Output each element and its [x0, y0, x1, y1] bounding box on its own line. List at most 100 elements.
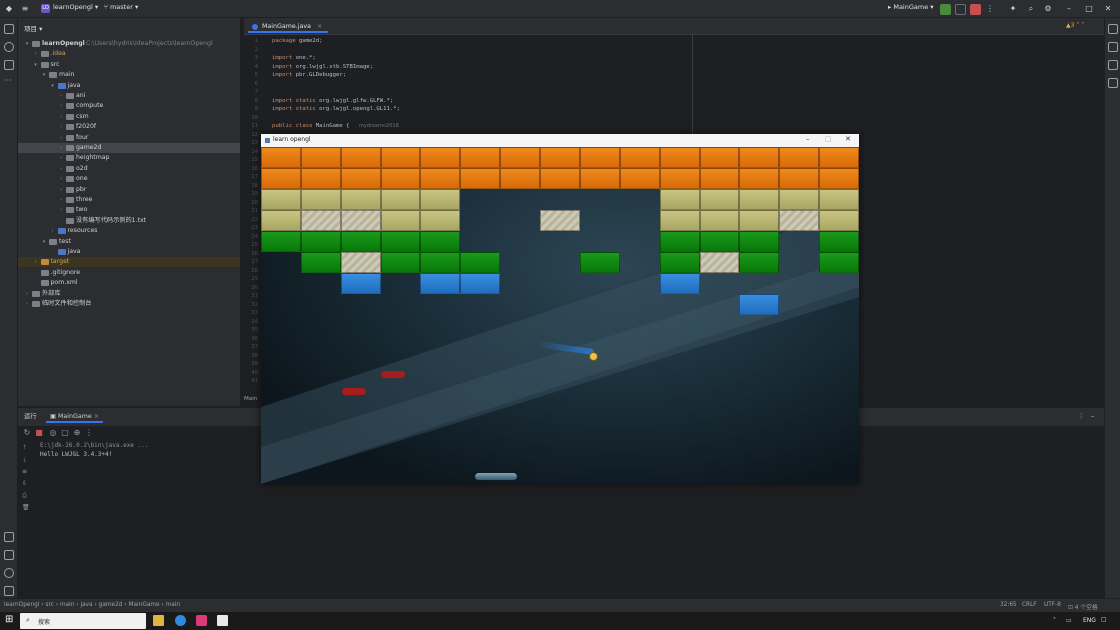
edge-browser-icon[interactable] — [175, 615, 186, 626]
tree-expand-icon[interactable]: › — [58, 112, 64, 122]
file-explorer-icon[interactable] — [153, 615, 164, 626]
action-center-icon[interactable]: ▢ — [1101, 616, 1107, 623]
breadcrumb-item[interactable]: src — [45, 602, 53, 608]
plugins-icon[interactable]: ✦ — [1008, 4, 1018, 14]
tree-expand-icon[interactable]: › — [33, 257, 39, 267]
network-icon[interactable]: ▭ — [1066, 617, 1072, 624]
stop-icon[interactable]: ■ — [34, 428, 44, 438]
tab-maingame-java[interactable]: MainGame.java × — [248, 20, 329, 33]
tree-item[interactable]: › one — [18, 174, 240, 184]
tree-item[interactable]: › 临时文件和控制台 — [18, 299, 240, 309]
tree-item[interactable]: › o2d — [18, 164, 240, 174]
debug-button[interactable] — [955, 4, 966, 15]
minimize-icon[interactable]: – — [1064, 4, 1074, 14]
tree-expand-icon[interactable]: ▾ — [50, 81, 56, 91]
tree-item[interactable]: ▾ java — [18, 81, 240, 91]
clear-console-icon[interactable]: 🗑 — [22, 504, 30, 511]
settings-gear-icon[interactable]: ⚙ — [1043, 4, 1053, 14]
project-switcher[interactable]: learnOpengl ▾ — [53, 3, 98, 11]
tree-item[interactable]: ▾ test — [18, 237, 240, 247]
code-line[interactable]: 7 — [244, 88, 684, 97]
input-language[interactable]: ENG — [1083, 617, 1096, 624]
game-minimize-icon[interactable]: – — [806, 135, 810, 143]
code-line[interactable]: 1 package game2d; — [244, 37, 684, 46]
learn-opengl-window[interactable]: learn opengl – □ ✕ — [261, 134, 859, 484]
tree-expand-icon[interactable]: ▾ — [41, 237, 47, 247]
game-window-titlebar[interactable]: learn opengl – □ ✕ — [261, 134, 859, 147]
breadcrumb-item[interactable]: main — [60, 602, 74, 608]
tree-expand-icon[interactable]: › — [58, 101, 64, 111]
stop-button[interactable] — [970, 4, 981, 15]
tree-expand-icon[interactable]: › — [58, 91, 64, 101]
tree-expand-icon[interactable]: › — [58, 143, 64, 153]
restore-layout-icon[interactable]: ▢ — [60, 428, 70, 438]
tree-item[interactable]: › target — [18, 257, 240, 268]
run-tab-close-icon[interactable]: × — [94, 413, 99, 420]
file-encoding[interactable]: UTF-8 — [1044, 602, 1061, 608]
tree-item[interactable]: › four — [18, 133, 240, 143]
tree-item[interactable]: pom.xml — [18, 278, 240, 288]
tree-item[interactable]: 没有编写代码示例的1.txt — [18, 216, 240, 226]
breadcrumb-item[interactable]: learnOpengl — [4, 602, 39, 608]
more-tools-icon[interactable]: ··· — [4, 77, 14, 88]
rerun-icon[interactable]: ↻ — [22, 428, 32, 438]
game-close-icon[interactable]: ✕ — [845, 135, 851, 143]
tree-expand-icon[interactable]: › — [58, 153, 64, 163]
intellij-icon[interactable] — [196, 615, 207, 626]
search-icon[interactable]: ⌕ — [1026, 4, 1036, 14]
tree-expand-icon[interactable]: › — [24, 299, 30, 309]
up-icon[interactable]: ↑ — [22, 444, 27, 451]
run-config-selector[interactable]: ▸ MainGame ▾ — [888, 3, 934, 11]
run-tool-icon[interactable] — [4, 532, 14, 542]
code-line[interactable]: 6 — [244, 80, 684, 89]
tree-item[interactable]: › .idea — [18, 49, 240, 59]
project-tool-icon[interactable] — [4, 24, 14, 34]
tray-chevron-icon[interactable]: ˄ — [1053, 617, 1056, 624]
run-panel-hide-icon[interactable]: – — [1091, 411, 1094, 423]
tree-item[interactable]: › two — [18, 205, 240, 215]
opengl-window-taskbar-icon[interactable] — [217, 615, 228, 626]
editor-breadcrumb[interactable]: Main — [244, 396, 257, 402]
tree-item[interactable]: › compute — [18, 101, 240, 111]
notifications-icon[interactable] — [1108, 24, 1118, 34]
structure-tool-icon[interactable] — [4, 60, 14, 70]
project-panel-title[interactable]: 项目 ▾ — [24, 23, 42, 33]
git-tool-icon[interactable] — [4, 586, 14, 596]
tab-close-icon[interactable]: × — [317, 23, 322, 30]
warnings-indicator[interactable]: ▲3 ˄ ˅ — [1066, 22, 1084, 29]
caret-position[interactable]: 32:65 — [1000, 602, 1017, 608]
breadcrumb-item[interactable]: main — [166, 602, 180, 608]
tree-item[interactable]: › csm — [18, 112, 240, 122]
camera-icon[interactable]: ◎ — [48, 428, 58, 438]
tree-item[interactable]: › pbr — [18, 185, 240, 195]
tree-expand-icon[interactable]: › — [58, 185, 64, 195]
tree-item[interactable]: › resources — [18, 226, 240, 236]
tree-item[interactable]: › game2d — [18, 143, 240, 153]
tree-expand-icon[interactable]: ▾ — [41, 70, 47, 80]
line-separator[interactable]: CRLF — [1022, 602, 1037, 608]
code-line[interactable]: 4 import org.lwjgl.stb.STBImage; — [244, 63, 684, 72]
print-icon[interactable]: ⎙ — [22, 492, 27, 500]
taskbar-search-box[interactable]: ⌕ 搜索 — [20, 613, 146, 629]
tree-item[interactable]: › three — [18, 195, 240, 205]
more-actions-icon[interactable]: ⋮ — [985, 4, 995, 14]
tree-expand-icon[interactable]: › — [33, 49, 39, 59]
tree-item[interactable]: ▾ main — [18, 70, 240, 80]
rerun-button[interactable] — [940, 4, 951, 15]
console-more-icon[interactable]: ⋮ — [84, 428, 94, 438]
problems-tool-icon[interactable] — [4, 568, 14, 578]
tree-item[interactable]: ▾ learnOpengl C:\Users\hydris\IdeaProjects… — [18, 39, 240, 49]
breadcrumb-item[interactable]: MainGame — [128, 602, 159, 608]
down-icon[interactable]: ↓ — [22, 457, 27, 464]
maven-icon[interactable] — [1108, 78, 1118, 88]
tree-expand-icon[interactable]: › — [58, 174, 64, 184]
soft-wrap-icon[interactable]: ≡ — [22, 468, 27, 475]
terminal-tool-icon[interactable] — [4, 550, 14, 560]
code-line[interactable]: 3 import one.*; — [244, 54, 684, 63]
tree-item[interactable]: › ani — [18, 91, 240, 101]
ai-assistant-icon[interactable] — [1108, 42, 1118, 52]
zoom-icon[interactable]: ⊕ — [72, 428, 82, 438]
breadcrumb-item[interactable]: java — [80, 602, 92, 608]
tree-item[interactable]: .gitignore — [18, 268, 240, 278]
database-icon[interactable] — [1108, 60, 1118, 70]
